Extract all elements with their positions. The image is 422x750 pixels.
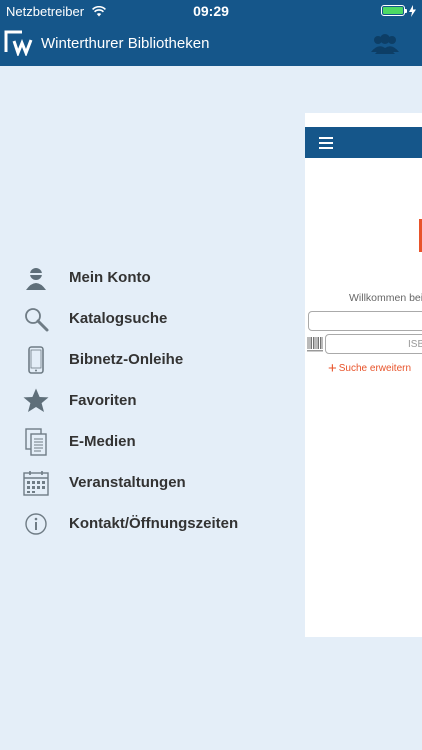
star-icon	[22, 387, 50, 415]
menu-item-label: E-Medien	[69, 433, 136, 450]
isbn-placeholder: ISB	[408, 339, 422, 350]
phone-icon	[22, 346, 50, 374]
menu-item-label: Kontakt/Öffnungszeiten	[69, 515, 239, 532]
search-input[interactable]	[308, 311, 422, 331]
extend-search-link[interactable]: + Suche erweitern	[328, 360, 411, 377]
main-content-preview[interactable]: Willkommen bei ISB + Suche erweitern	[305, 113, 422, 637]
menu-item-label: Veranstaltungen	[69, 474, 186, 491]
menu-item-label: Katalogsuche	[69, 310, 168, 327]
isbn-input[interactable]: ISB	[325, 334, 422, 354]
battery-icon	[381, 5, 407, 16]
extend-search-label: Suche erweitern	[338, 363, 412, 374]
person-icon	[22, 264, 50, 292]
barcode-scan-icon[interactable]	[307, 336, 323, 357]
charging-icon	[409, 4, 416, 22]
preview-navbar	[305, 127, 422, 158]
menu-item-katalogsuche[interactable]: Katalogsuche	[0, 299, 300, 339]
search-icon	[22, 305, 50, 333]
library-logo-icon	[4, 30, 38, 61]
calendar-icon	[22, 469, 50, 497]
clock: 09:29	[193, 3, 229, 19]
top-bar: Netzbetreiber 09:29 Winterthurer Bibliot…	[0, 0, 422, 66]
app-header: Winterthurer Bibliotheken	[0, 22, 422, 66]
plus-icon: +	[328, 360, 337, 377]
menu-item-favoriten[interactable]: Favoriten	[0, 381, 300, 421]
documents-icon	[22, 428, 50, 456]
menu-item-label: Favoriten	[69, 392, 137, 409]
hamburger-menu-icon[interactable]	[319, 136, 333, 154]
menu-item-label: Mein Konto	[69, 269, 151, 286]
welcome-text: Willkommen bei	[349, 292, 422, 304]
menu-item-veranstaltungen[interactable]: Veranstaltungen	[0, 463, 300, 503]
menu-item-e-medien[interactable]: E-Medien	[0, 422, 300, 462]
menu-item-bibnetz-onleihe[interactable]: Bibnetz-Onleihe	[0, 340, 300, 380]
app-title: Winterthurer Bibliotheken	[41, 35, 210, 52]
menu-item-kontakt[interactable]: Kontakt/Öffnungszeiten	[0, 504, 300, 544]
menu-item-mein-konto[interactable]: Mein Konto	[0, 258, 300, 298]
status-bar: Netzbetreiber 09:29	[0, 0, 422, 22]
info-icon	[22, 510, 50, 538]
users-group-icon[interactable]	[370, 32, 400, 61]
menu-item-label: Bibnetz-Onleihe	[69, 351, 184, 368]
